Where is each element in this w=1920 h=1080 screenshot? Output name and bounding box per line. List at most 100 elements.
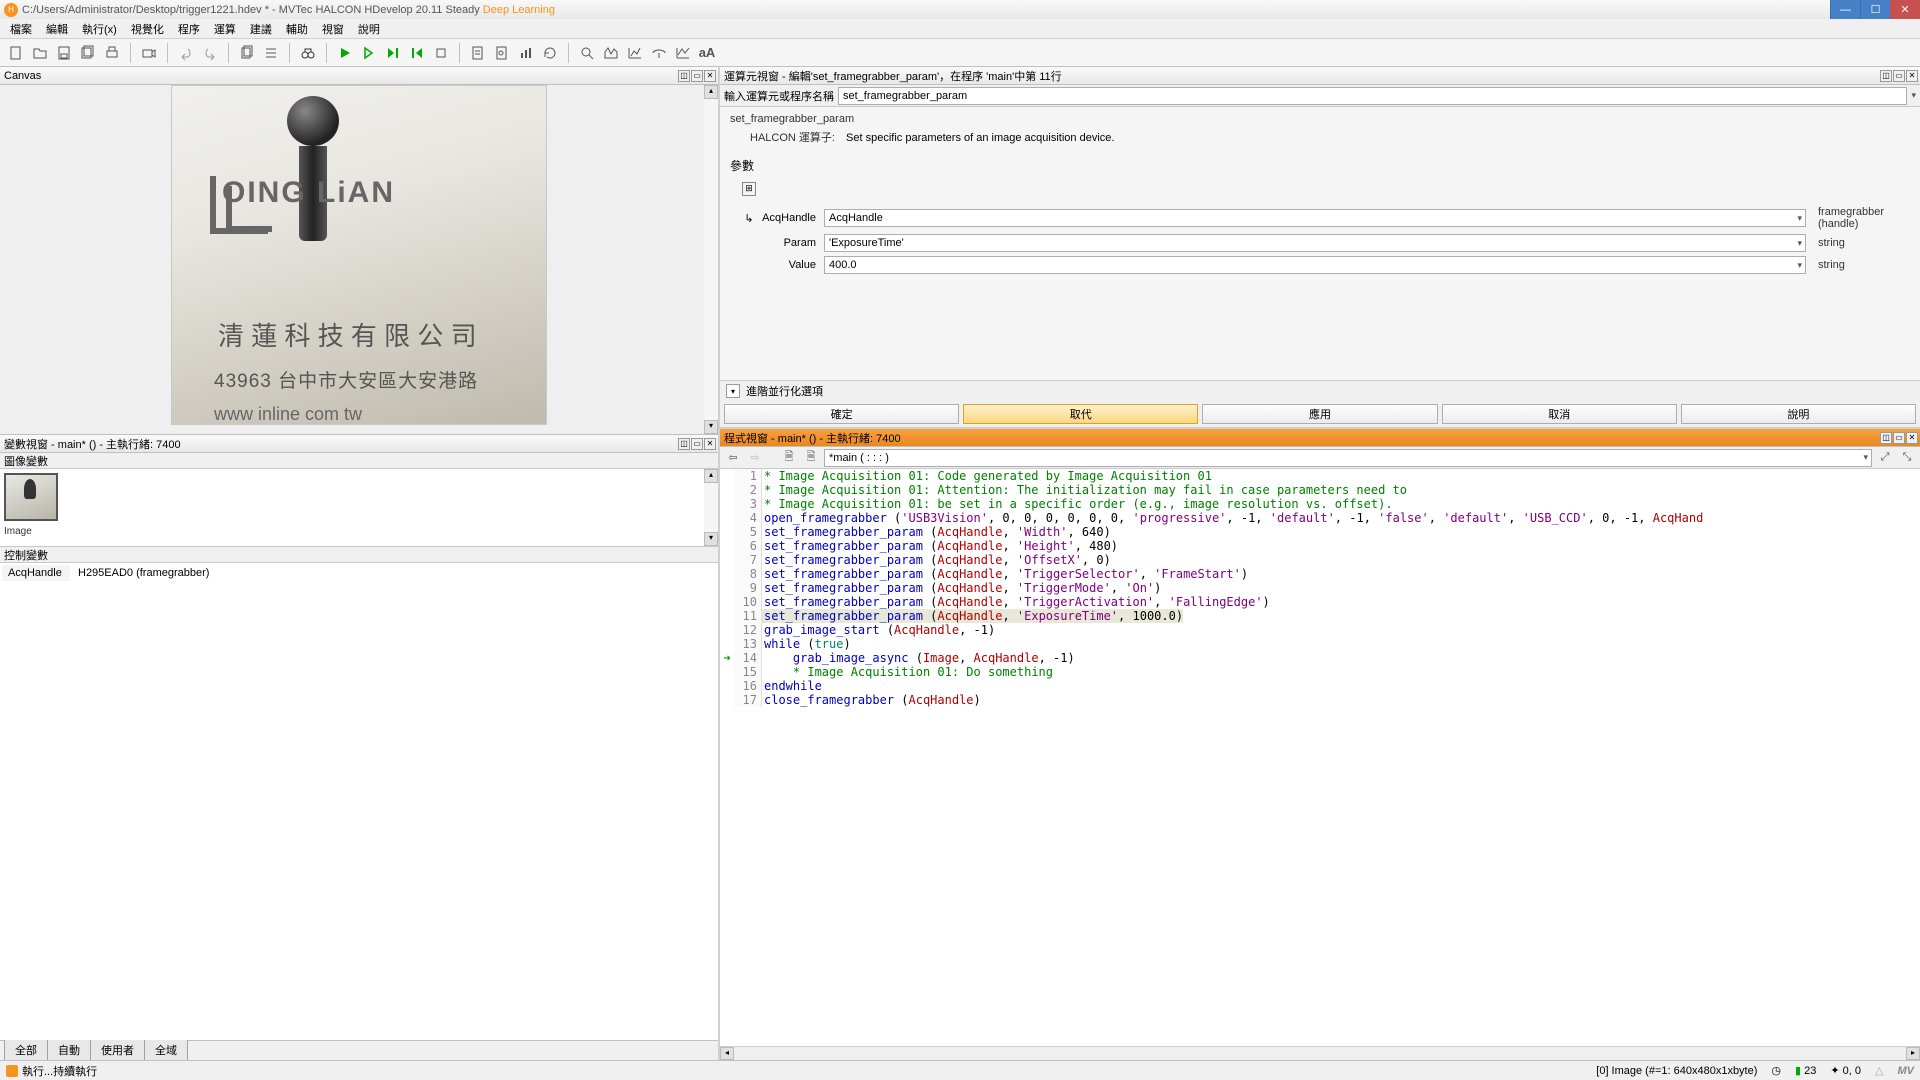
panel-btn-icon[interactable]: ▭ [1893,70,1905,82]
tool-icon[interactable]: ⤢ [1876,449,1894,467]
nav-fwd-icon[interactable]: ⇨ [746,449,764,467]
undo-icon[interactable] [176,43,196,63]
param-input[interactable]: 'ExposureTime' [824,234,1806,252]
code-line[interactable]: 9set_framegrabber_param (AcqHandle, 'Tri… [720,581,1920,595]
close-button[interactable]: ✕ [1890,0,1920,19]
list-icon[interactable] [261,43,281,63]
menu-item[interactable]: 運算 [208,19,242,39]
replace-button[interactable]: 取代 [963,404,1198,424]
doc1-icon[interactable] [468,43,488,63]
code-line[interactable]: 7set_framegrabber_param (AcqHandle, 'Off… [720,553,1920,567]
save-icon[interactable] [54,43,74,63]
code-line[interactable]: 17close_framegrabber (AcqHandle) [720,693,1920,707]
redo-icon[interactable] [200,43,220,63]
doc-icon[interactable]: 🗎 [780,449,798,467]
open-icon[interactable] [30,43,50,63]
apply-button[interactable]: 應用 [1202,404,1437,424]
profile-icon[interactable] [625,43,645,63]
graph-icon[interactable] [673,43,693,63]
ok-button[interactable]: 確定 [724,404,959,424]
refresh-icon[interactable] [540,43,560,63]
dropdown-icon[interactable]: ▾ [1911,90,1916,101]
code-line[interactable]: 3* Image Acquisition 01: be set in a spe… [720,497,1920,511]
menu-item[interactable]: 說明 [352,19,386,39]
canvas-area[interactable]: OING LiAN 清 蓮 科 技 有 限 公 司 43963 台中市大安區大安… [0,85,718,435]
saveall-icon[interactable] [78,43,98,63]
code-line[interactable]: 4open_framegrabber ('USB3Vision', 0, 0, … [720,511,1920,525]
scroll-right-icon[interactable]: ▸ [1906,1047,1920,1060]
scroll-up-icon[interactable]: ▴ [704,469,718,483]
scroll-down-icon[interactable]: ▾ [704,532,718,546]
op-search-input[interactable] [838,87,1907,105]
step-over-icon[interactable] [383,43,403,63]
param-icon[interactable]: ⊞ [742,182,756,196]
step-back-icon[interactable] [407,43,427,63]
code-line[interactable]: ➜14 grab_image_async (Image, AcqHandle, … [720,651,1920,665]
menu-item[interactable]: 視窗 [316,19,350,39]
panel-btn-icon[interactable]: ▭ [691,438,703,450]
code-line[interactable]: 10set_framegrabber_param (AcqHandle, 'Tr… [720,595,1920,609]
code-line[interactable]: 1* Image Acquisition 01: Code generated … [720,469,1920,483]
scroll-down-icon[interactable]: ▾ [704,420,718,434]
chart-icon[interactable] [516,43,536,63]
nav-back-icon[interactable]: ⇦ [724,449,742,467]
zoom-icon[interactable] [577,43,597,63]
cancel-button[interactable]: 取消 [1442,404,1677,424]
var-tab[interactable]: 全域 [144,1039,188,1060]
menu-item[interactable]: 程序 [172,19,206,39]
minimize-button[interactable]: — [1830,0,1860,19]
step-icon[interactable] [359,43,379,63]
maximize-button[interactable]: ☐ [1860,0,1890,19]
code-line[interactable]: 12grab_image_start (AcqHandle, -1) [720,623,1920,637]
menu-item[interactable]: 檔案 [4,19,38,39]
var-tab[interactable]: 全部 [4,1039,48,1060]
doc-icon[interactable]: 🗎 [802,449,820,467]
code-editor[interactable]: 1* Image Acquisition 01: Code generated … [720,469,1920,1046]
stop-icon[interactable] [431,43,451,63]
run-icon[interactable] [335,43,355,63]
code-line[interactable]: 6set_framegrabber_param (AcqHandle, 'Hei… [720,539,1920,553]
menu-item[interactable]: 編輯 [40,19,74,39]
code-line[interactable]: 11set_framegrabber_param (AcqHandle, 'Ex… [720,609,1920,623]
scroll-up-icon[interactable]: ▴ [704,85,718,99]
menu-item[interactable]: 建議 [244,19,278,39]
panel-close-icon[interactable]: ✕ [1906,70,1918,82]
panel-btn-icon[interactable]: ▭ [1893,432,1905,444]
binoculars-icon[interactable] [298,43,318,63]
code-line[interactable]: 2* Image Acquisition 01: Attention: The … [720,483,1920,497]
scroll-left-icon[interactable]: ◂ [720,1047,734,1060]
measure-icon[interactable] [649,43,669,63]
table-row[interactable]: AcqHandleH295EAD0 (framegrabber) [2,565,716,581]
panel-close-icon[interactable]: ✕ [704,438,716,450]
text-icon[interactable]: aA [697,43,717,63]
image-thumbnail[interactable] [4,473,58,521]
proc-selector[interactable]: *main ( : : : ) [824,449,1872,467]
code-line[interactable]: 15 * Image Acquisition 01: Do something [720,665,1920,679]
var-tab[interactable]: 自動 [47,1039,91,1060]
help-button[interactable]: 說明 [1681,404,1916,424]
bell-icon[interactable]: △ [1875,1064,1883,1077]
menu-item[interactable]: 執行(x) [76,19,123,39]
histogram-icon[interactable] [601,43,621,63]
panel-btn-icon[interactable]: ◫ [1880,70,1892,82]
print-icon[interactable] [102,43,122,63]
tool-icon[interactable]: ⤡ [1898,449,1916,467]
advanced-toggle[interactable]: ▾ 進階並行化選項 [720,380,1920,401]
panel-btn-icon[interactable]: ◫ [1880,432,1892,444]
chevron-down-icon[interactable]: ▾ [726,384,740,398]
new-icon[interactable] [6,43,26,63]
param-input[interactable]: AcqHandle [824,209,1806,227]
panel-btn-icon[interactable]: ◫ [678,438,690,450]
menu-item[interactable]: 視覺化 [125,19,170,39]
var-tab[interactable]: 使用者 [90,1039,145,1060]
panel-btn-icon[interactable]: ▭ [691,70,703,82]
code-line[interactable]: 13while (true) [720,637,1920,651]
code-line[interactable]: 5set_framegrabber_param (AcqHandle, 'Wid… [720,525,1920,539]
code-line[interactable]: 16endwhile [720,679,1920,693]
menu-item[interactable]: 輔助 [280,19,314,39]
doc2-icon[interactable] [492,43,512,63]
code-line[interactable]: 8set_framegrabber_param (AcqHandle, 'Tri… [720,567,1920,581]
param-input[interactable]: 400.0 [824,256,1806,274]
panel-btn-icon[interactable]: ◫ [678,70,690,82]
panel-close-icon[interactable]: ✕ [1906,432,1918,444]
